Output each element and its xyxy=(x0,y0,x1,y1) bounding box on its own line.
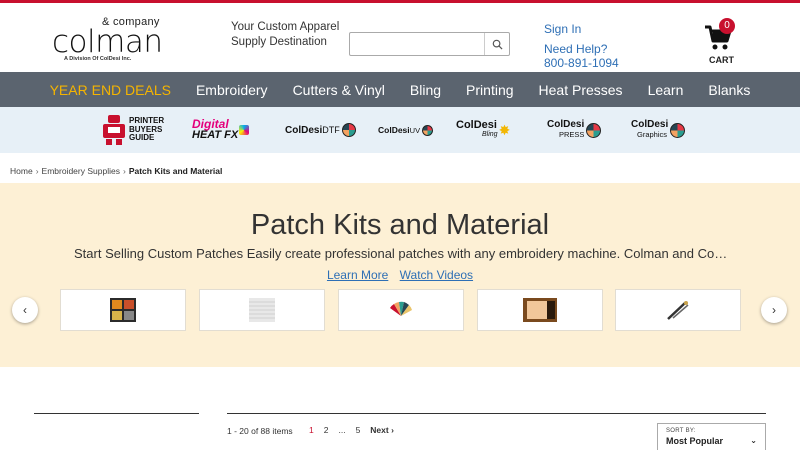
next-page-link[interactable]: Next › xyxy=(370,425,394,435)
heatfx-line-2: HEAT FX xyxy=(192,129,239,141)
sidebar-divider xyxy=(34,413,199,414)
cart-count-badge: 0 xyxy=(719,18,735,34)
coldesi-press-suffix: PRESS xyxy=(559,130,585,139)
need-help-link[interactable]: Need Help? xyxy=(544,42,619,56)
coldesi-graphics-logo[interactable]: ColDesi Graphics xyxy=(631,107,686,153)
logo-division-text: A Division Of ColDesi Inc. xyxy=(64,56,132,62)
patch-kit-box-image xyxy=(110,298,136,322)
coldesi-dtf-logo[interactable]: ColDesi DTF xyxy=(285,107,356,153)
page-title: Patch Kits and Material xyxy=(250,209,550,241)
cart-label: CART xyxy=(709,55,734,65)
sort-label: SORT BY: xyxy=(666,428,696,434)
logo-name-text: colman xyxy=(52,24,163,60)
color-swirl-icon xyxy=(239,125,250,135)
nav-printing[interactable]: Printing xyxy=(454,82,526,98)
coldesi-uv-logo[interactable]: ColDesi UV xyxy=(378,107,434,153)
coldesi-uv-suffix: UV xyxy=(409,125,421,135)
search-button[interactable] xyxy=(484,33,509,55)
nav-bling[interactable]: Bling xyxy=(397,82,453,98)
watch-videos-link[interactable]: Watch Videos xyxy=(400,268,473,282)
breadcrumb-current: Patch Kits and Material xyxy=(128,166,223,176)
nav-blanks[interactable]: Blanks xyxy=(696,82,763,98)
category-hero: Patch Kits and Material Start Selling Cu… xyxy=(0,183,800,367)
carousel-item-patch-material-swatch[interactable] xyxy=(199,289,325,331)
site-header: & company colman A Division Of ColDesi I… xyxy=(0,3,800,72)
nav-year-end-deals[interactable]: YEAR END DEALS xyxy=(37,82,183,98)
printer-buyers-guide-logo[interactable]: PRINTER BUYERS GUIDE xyxy=(101,107,164,153)
hero-links: Learn More Watch Videos xyxy=(0,268,800,282)
results-divider xyxy=(227,413,766,414)
breadcrumb-home[interactable]: Home xyxy=(10,166,33,176)
learn-more-link[interactable]: Learn More xyxy=(327,268,388,282)
cart-button[interactable]: 0 CART xyxy=(702,18,738,66)
digital-heat-fx-logo[interactable]: Digital HEAT FX xyxy=(192,107,250,153)
coldesi-dtf-name: ColDesi xyxy=(285,124,323,136)
color-wheel-icon xyxy=(586,122,602,138)
carousel-item-patch-tool[interactable] xyxy=(615,289,741,331)
carousel-item-patch-backing[interactable] xyxy=(477,289,603,331)
page-2-link[interactable]: 2 xyxy=(324,425,329,435)
breadcrumb-separator: › xyxy=(35,166,39,176)
carousel-item-thread-color-fan[interactable] xyxy=(338,289,464,331)
nav-embroidery[interactable]: Embroidery xyxy=(183,82,280,98)
colman-logo[interactable]: & company colman A Division Of ColDesi I… xyxy=(52,14,163,66)
search-input[interactable] xyxy=(350,33,484,55)
breadcrumb-separator: › xyxy=(122,166,126,176)
breadcrumb: Home › Embroidery Supplies › Patch Kits and … xyxy=(0,153,800,183)
coldesi-press-name: ColDesi xyxy=(547,119,585,130)
nav-learn[interactable]: Learn xyxy=(635,82,696,98)
coldesi-bling-name: ColDesi xyxy=(456,119,497,131)
chevron-right-icon: › xyxy=(772,303,776,317)
coldesi-uv-name: ColDesi xyxy=(378,125,410,135)
sort-value: Most Popular ⌄ xyxy=(666,436,757,446)
chevron-left-icon: ‹ xyxy=(23,303,27,317)
breadcrumb-embroidery-supplies[interactable]: Embroidery Supplies xyxy=(42,166,120,176)
carousel-prev-button[interactable]: ‹ xyxy=(12,297,38,323)
brand-strip: PRINTER BUYERS GUIDE Digital HEAT FX Col… xyxy=(0,107,800,153)
coldesi-bling-logo[interactable]: ColDesi Bling ✸ xyxy=(456,107,510,153)
sort-selected-value: Most Popular xyxy=(666,436,724,446)
search-box xyxy=(349,32,510,56)
category-description: Start Selling Custom Patches Easily crea… xyxy=(74,246,728,261)
carousel-next-button[interactable]: › xyxy=(761,297,787,323)
coldesi-graphics-suffix: Graphics xyxy=(637,130,668,139)
product-listing: 1 - 20 of 88 items 1 2 ... 5 Next › SORT… xyxy=(0,367,800,450)
patch-material-image xyxy=(249,298,275,322)
pbg-line-3: GUIDE xyxy=(129,133,155,143)
patch-backing-image xyxy=(523,298,557,322)
pagination: 1 2 ... 5 Next › xyxy=(309,425,394,435)
color-wheel-icon xyxy=(422,124,434,136)
page-ellipsis: ... xyxy=(338,425,346,435)
nav-cutters-vinyl[interactable]: Cutters & Vinyl xyxy=(280,82,397,98)
thread-color-fan-image xyxy=(390,301,412,316)
patch-tool-image xyxy=(667,301,689,320)
results-count: 1 - 20 of 88 items xyxy=(227,426,293,436)
nav-heat-presses[interactable]: Heat Presses xyxy=(526,82,635,98)
color-wheel-icon xyxy=(341,123,356,137)
chevron-down-icon: ⌄ xyxy=(750,436,757,445)
sort-select[interactable]: SORT BY: Most Popular ⌄ xyxy=(657,423,766,450)
site-tagline: Your Custom Apparel Supply Destination xyxy=(231,21,340,48)
help-block: Need Help? 800-891-1094 xyxy=(544,42,619,70)
main-nav: YEAR END DEALS Embroidery Cutters & Viny… xyxy=(0,72,800,107)
sparkle-icon: ✸ xyxy=(498,121,511,138)
printer-robot-icon xyxy=(103,115,125,145)
coldesi-graphics-name: ColDesi xyxy=(631,119,669,130)
coldesi-press-logo[interactable]: ColDesi PRESS xyxy=(547,107,602,153)
search-icon xyxy=(492,39,503,50)
phone-link[interactable]: 800-891-1094 xyxy=(544,56,619,70)
page-5-link[interactable]: 5 xyxy=(356,425,361,435)
page-1-link[interactable]: 1 xyxy=(309,425,314,435)
coldesi-dtf-suffix: DTF xyxy=(322,125,340,135)
carousel-item-patch-kit-box[interactable] xyxy=(60,289,186,331)
color-wheel-icon xyxy=(670,122,686,138)
sign-in-link[interactable]: Sign In xyxy=(544,22,581,36)
printer-buyers-guide-text: PRINTER BUYERS GUIDE xyxy=(129,117,164,143)
coldesi-bling-suffix: Bling xyxy=(482,131,498,138)
